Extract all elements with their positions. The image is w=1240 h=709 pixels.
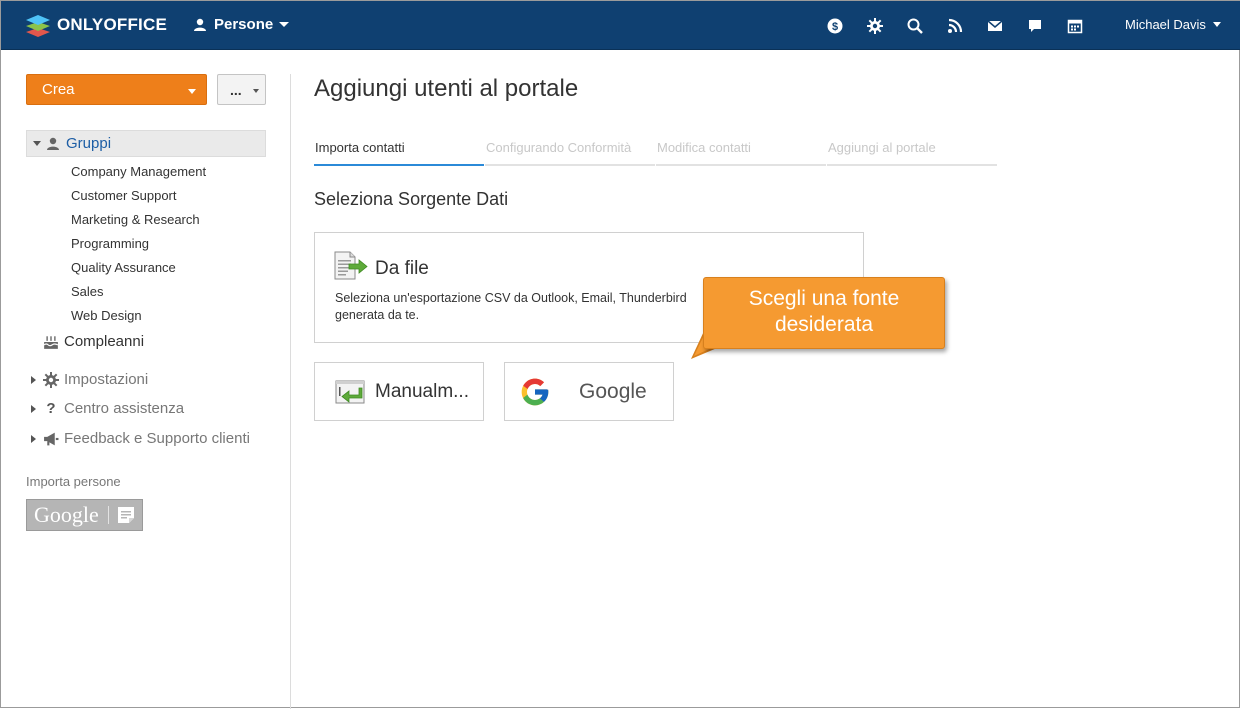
top-bar: ONLYOFFICE Persone $ Michael Davis: [1, 1, 1240, 50]
sidebar-item-label: Feedback e Supporto clienti: [64, 430, 250, 447]
toolbar-icons: $: [825, 16, 1105, 36]
megaphone-icon: [44, 432, 59, 445]
search-icon[interactable]: [905, 16, 925, 36]
person-icon: [47, 137, 59, 150]
sidebar-item-settings[interactable]: Impostazioni: [31, 371, 148, 388]
step-add-to-portal: Aggiungi al portale: [827, 140, 997, 166]
chevron-down-icon: [1212, 22, 1221, 27]
manual-entry-icon: [335, 380, 365, 403]
create-button[interactable]: Crea: [26, 74, 207, 105]
group-item[interactable]: Sales: [71, 283, 206, 307]
group-list: Company Management Customer Support Mark…: [71, 163, 206, 331]
step-configure-mapping: Configurando Conformità: [485, 140, 655, 166]
sidebar-item-birthdays[interactable]: Compleanni: [31, 333, 144, 350]
section-title: Seleziona Sorgente Dati: [314, 189, 509, 209]
person-icon: [194, 18, 206, 31]
calendar-icon[interactable]: [1065, 16, 1085, 36]
sidebar-item-label: Gruppi: [66, 135, 112, 152]
more-actions-button[interactable]: ...: [217, 74, 266, 105]
chevron-down-icon: [253, 89, 259, 93]
group-item[interactable]: Marketing & Research: [71, 211, 206, 235]
expand-arrow-icon[interactable]: [31, 434, 36, 443]
more-actions-label: ...: [230, 81, 242, 98]
manual-option[interactable]: Manualm...: [314, 362, 484, 421]
module-label: Persone: [214, 16, 274, 33]
user-name: Michael Davis: [1125, 17, 1206, 32]
page-title: Aggiungi utenti al portale: [314, 75, 579, 102]
chevron-down-icon: [188, 89, 196, 94]
google-import-button[interactable]: Google: [26, 499, 143, 531]
expand-arrow-icon[interactable]: [31, 404, 36, 413]
google-badge-text: Google: [34, 502, 99, 527]
logo[interactable]: ONLYOFFICE: [25, 12, 167, 38]
group-item[interactable]: Customer Support: [71, 187, 206, 211]
callout-line-1: Scegli una fonte: [748, 287, 900, 310]
chevron-down-icon: [279, 22, 290, 27]
sidebar-item-feedback[interactable]: Feedback e Supporto clienti: [31, 430, 250, 447]
sidebar-item-groups[interactable]: Gruppi: [26, 130, 266, 157]
logo-text: ONLYOFFICE: [57, 15, 167, 34]
google-option-title: Google: [579, 379, 647, 403]
google-g-logo-icon: [521, 378, 549, 405]
onlyoffice-logo-icon: [26, 15, 50, 37]
chat-icon[interactable]: [1025, 16, 1045, 36]
step-edit-contacts: Modifica contatti: [656, 140, 826, 166]
group-item[interactable]: Company Management: [71, 163, 206, 187]
manual-option-title: Manualm...: [375, 380, 469, 402]
app-window: ONLYOFFICE Persone $ Michael Davis Crea …: [0, 0, 1240, 709]
group-item[interactable]: Quality Assurance: [71, 259, 206, 283]
money-circle-icon[interactable]: $: [825, 16, 845, 36]
svg-text:$: $: [832, 21, 838, 33]
expand-arrow-icon[interactable]: [31, 375, 36, 384]
google-option[interactable]: Google: [504, 362, 674, 421]
create-button-label: Crea: [42, 81, 75, 98]
from-file-description: Seleziona un'esportazione CSV da Outlook…: [335, 291, 687, 322]
sidebar-item-label: Impostazioni: [64, 371, 149, 388]
group-item[interactable]: Web Design: [71, 307, 206, 331]
wizard-steps: Importa contatti Configurando Conformità…: [314, 140, 998, 166]
gear-icon: [43, 371, 59, 388]
birthday-cake-icon: [43, 335, 59, 349]
import-people-label: Importa persone: [26, 474, 121, 489]
callout-line-2: desiderata: [774, 313, 874, 336]
group-item[interactable]: Programming: [71, 235, 206, 259]
from-file-title: Da file: [375, 258, 429, 279]
divider: [107, 506, 109, 524]
gear-icon[interactable]: [865, 16, 885, 36]
step-import-contacts: Importa contatti: [314, 140, 484, 166]
sidebar-item-label: Centro assistenza: [64, 400, 185, 417]
expand-arrow-icon[interactable]: [33, 141, 41, 146]
sidebar-item-help[interactable]: ? Centro assistenza: [31, 400, 184, 417]
module-switcher[interactable]: Persone: [193, 16, 290, 33]
sidebar-item-label: Compleanni: [64, 333, 145, 350]
document-icon: [117, 507, 134, 523]
tooltip-callout: Scegli una fonte desiderata: [703, 277, 945, 349]
feed-icon[interactable]: [945, 16, 965, 36]
question-icon: ?: [46, 400, 56, 417]
file-import-icon: [334, 251, 368, 280]
mail-icon[interactable]: [985, 16, 1005, 36]
sidebar-divider: [290, 74, 291, 709]
user-menu[interactable]: Michael Davis: [1125, 17, 1221, 32]
